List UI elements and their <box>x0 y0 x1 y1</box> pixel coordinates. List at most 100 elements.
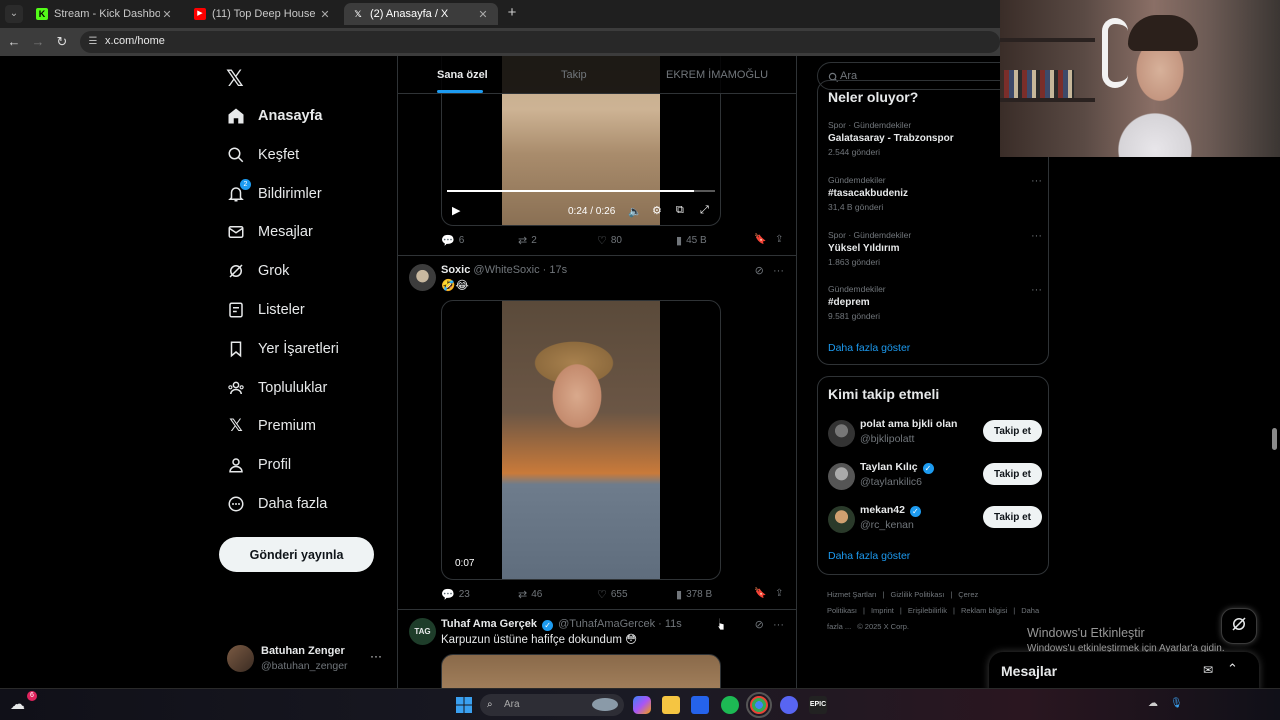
nav-home[interactable]: Anasayfa <box>226 101 322 131</box>
nav-grok[interactable]: Grok <box>226 256 289 286</box>
scrollbar[interactable] <box>1272 428 1277 450</box>
trend-item[interactable]: Gündemdekiler #tasacakbudeniz 31,4 B gön… <box>828 175 1042 212</box>
forward-icon[interactable]: → <box>30 34 46 50</box>
footer-link[interactable]: Reklam bilgisi <box>961 606 1007 615</box>
play-icon[interactable]: ▶ <box>452 204 460 217</box>
tab-for-you[interactable]: Sana özel <box>437 69 488 81</box>
grok-icon[interactable]: ⊘ <box>755 619 764 631</box>
follow-button[interactable]: Takip et <box>983 506 1042 528</box>
fullscreen-icon[interactable]: ⤢ <box>700 204 709 217</box>
microphone-icon[interactable]: 🎙 <box>1170 698 1183 709</box>
tweet-time[interactable]: · 17s <box>543 264 567 276</box>
settings-icon[interactable]: ⚙ <box>652 204 662 217</box>
start-icon[interactable] <box>455 696 473 714</box>
windows-activation-watermark: Windows'u Etkinleştir Windows'u etkinleş… <box>1027 626 1225 654</box>
spotify-icon[interactable] <box>721 696 739 714</box>
author-handle[interactable]: @TuhafAmaGercek <box>558 618 655 630</box>
more-icon[interactable]: ··· <box>370 649 382 663</box>
file-explorer-icon[interactable] <box>662 696 680 714</box>
tweet-video[interactable]: 0:07 <box>441 300 721 580</box>
author-name[interactable]: Soxic <box>441 264 470 276</box>
more-icon[interactable]: ··· <box>1031 230 1042 242</box>
suggested-user[interactable]: Taylan Kılıç ✓ @taylankilic6 Takip et <box>828 461 1042 497</box>
browser-tab-youtube[interactable]: ▶ (11) Top Deep House 2025 | De ✕ <box>186 3 340 25</box>
nav-more[interactable]: Daha fazla <box>226 489 327 519</box>
back-icon[interactable]: ← <box>6 34 22 50</box>
avatar[interactable] <box>409 264 436 291</box>
nav-profile[interactable]: Profil <box>226 450 291 480</box>
more-icon[interactable]: ··· <box>1031 175 1042 187</box>
retweet-button[interactable]: ⇄ 46 <box>518 588 542 601</box>
more-icon[interactable]: ··· <box>1031 284 1042 296</box>
suggested-user[interactable]: polat ama bjkli olan @bjklipolatt Takip … <box>828 418 1042 454</box>
site-info-icon[interactable]: ☰ <box>86 35 100 49</box>
reload-icon[interactable]: ↻ <box>54 34 70 50</box>
nav-bookmarks[interactable]: Yer İşaretleri <box>226 334 339 364</box>
tab-close-icon[interactable]: ✕ <box>318 8 332 21</box>
avatar[interactable]: TAG <box>409 618 436 645</box>
expand-icon[interactable]: ⌃ <box>1227 661 1238 677</box>
epic-games-icon[interactable]: EPIC <box>809 696 827 714</box>
grok-icon[interactable]: ⊘ <box>755 265 764 277</box>
more-icon[interactable]: ··· <box>773 265 784 277</box>
like-button[interactable]: ♡ 80 <box>597 234 622 247</box>
address-bar[interactable]: ☰ x.com/home <box>80 31 1000 53</box>
taskbar-search[interactable]: ⌕ Ara <box>480 694 624 716</box>
tweet-time[interactable]: · 11s <box>658 618 682 630</box>
views-button[interactable]: ▮ 378 B <box>676 588 712 601</box>
trend-item[interactable]: Spor · Gündemdekiler Yüksel Yıldırım 1.8… <box>828 230 1042 267</box>
x-logo-icon[interactable]: 𝕏 <box>226 66 244 92</box>
nav-lists[interactable]: Listeler <box>226 295 305 325</box>
copilot-icon[interactable] <box>633 696 651 714</box>
new-message-icon[interactable]: ✉ <box>1203 663 1213 677</box>
nav-messages[interactable]: Mesajlar <box>226 217 313 247</box>
show-more-link[interactable]: Daha fazla göster <box>828 550 910 562</box>
discord-icon[interactable] <box>780 696 798 714</box>
volume-icon[interactable]: 🔈 <box>628 205 642 218</box>
suggested-user[interactable]: mekan42 ✓ @rc_kenan Takip et <box>828 504 1042 540</box>
tweet-image[interactable] <box>441 654 721 688</box>
grok-button[interactable] <box>1221 608 1257 644</box>
share-icon[interactable]: ⇪ <box>775 588 783 599</box>
bookmark-icon <box>226 339 246 359</box>
store-icon[interactable] <box>691 696 709 714</box>
new-tab-icon[interactable]: + <box>504 5 520 21</box>
follow-button[interactable]: Takip et <box>983 420 1042 442</box>
nav-communities[interactable]: Topluluklar <box>226 373 327 403</box>
reply-button[interactable]: 💬 23 <box>441 588 470 601</box>
tab-following[interactable]: Takip <box>561 69 587 81</box>
nav-notifications[interactable]: 2 Bildirimler <box>226 179 322 209</box>
onedrive-icon[interactable]: ☁ <box>1148 698 1158 709</box>
views-button[interactable]: ▮ 45 B <box>676 234 707 247</box>
footer-link[interactable]: Gizlilik Politikası <box>891 590 945 599</box>
show-more-link[interactable]: Daha fazla göster <box>828 342 910 354</box>
nav-explore[interactable]: Keşfet <box>226 140 299 170</box>
tab-close-icon[interactable]: ✕ <box>160 8 174 21</box>
like-button[interactable]: ♡ 655 <box>597 588 628 601</box>
author-name[interactable]: Tuhaf Ama Gerçek <box>441 618 537 630</box>
pip-icon[interactable]: ⧉ <box>676 204 684 217</box>
weather-widget[interactable]: ☁ 6 <box>10 691 37 714</box>
browser-tab-kick[interactable]: K Stream - Kick Dashboard ✕ <box>28 3 182 25</box>
messages-drawer[interactable]: Mesajlar ✉ ⌃ <box>989 652 1259 692</box>
author-handle[interactable]: @WhiteSoxic <box>473 264 539 276</box>
follow-button[interactable]: Takip et <box>983 463 1042 485</box>
footer-link[interactable]: Imprint <box>871 606 894 615</box>
tab-close-icon[interactable]: ✕ <box>476 8 490 21</box>
more-icon[interactable]: ··· <box>773 619 784 631</box>
reply-button[interactable]: 💬 6 <box>441 234 464 247</box>
account-switcher[interactable]: Batuhan Zenger @batuhan_zenger ··· <box>227 643 385 675</box>
chrome-icon[interactable] <box>746 692 772 718</box>
bookmark-icon[interactable]: 🔖 <box>754 588 766 599</box>
trend-item[interactable]: Gündemdekiler #deprem 9.581 gönderi ··· <box>828 284 1042 321</box>
retweet-button[interactable]: ⇄ 2 <box>518 234 537 247</box>
post-button[interactable]: Gönderi yayınla <box>219 537 374 572</box>
browser-tab-x[interactable]: 𝕏 (2) Anasayfa / X ✕ <box>344 3 498 25</box>
footer-link[interactable]: Hizmet Şartları <box>827 590 877 599</box>
nav-premium[interactable]: 𝕏 Premium <box>226 411 316 441</box>
bookmark-icon[interactable]: 🔖 <box>754 234 766 245</box>
footer-link[interactable]: Erişilebilirlik <box>908 606 947 615</box>
share-icon[interactable]: ⇪ <box>775 234 783 245</box>
tab-search-button[interactable]: ⌄ <box>5 5 23 23</box>
tab-ekrem-imamoglu[interactable]: EKREM İMAMOĞLU <box>666 69 768 81</box>
